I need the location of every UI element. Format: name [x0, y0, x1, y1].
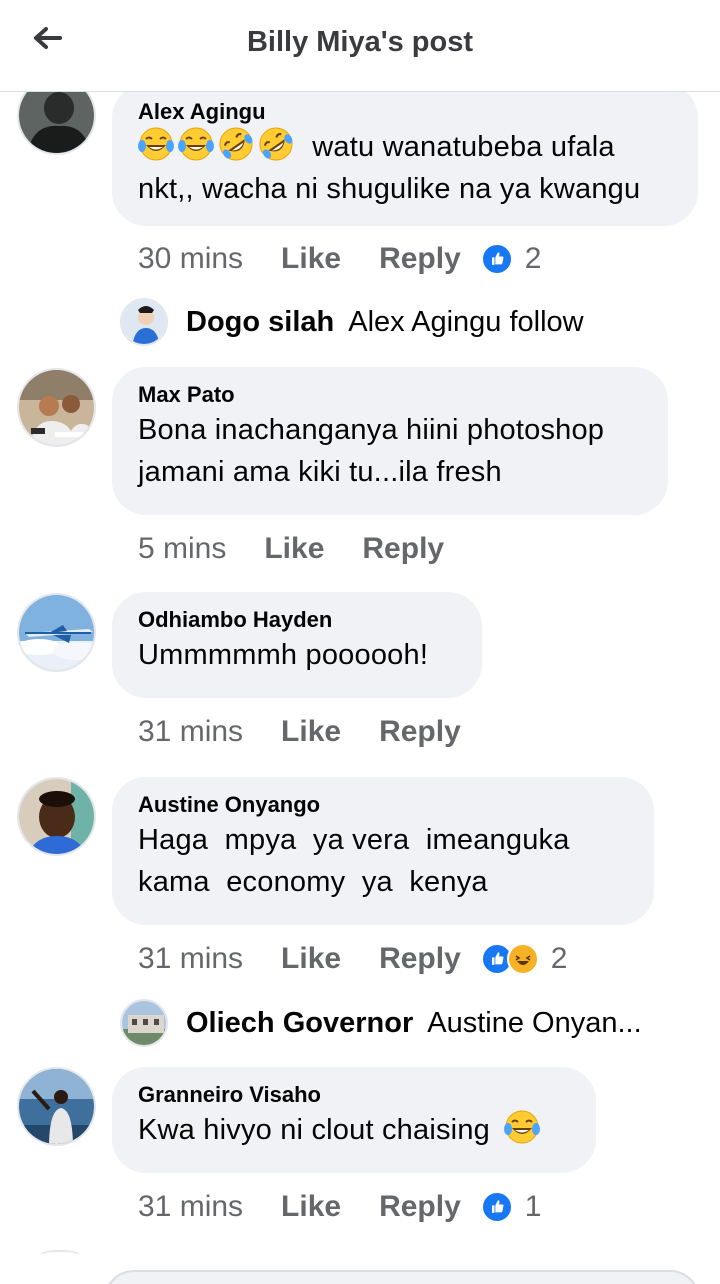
- like-button[interactable]: Like: [281, 242, 341, 276]
- comment-text-line: watu wanatubeba ufala: [312, 131, 615, 163]
- comment-actions: 30 mins Like Reply 2: [138, 237, 541, 281]
- comment-actions: 5 mins Like Reply: [138, 527, 464, 571]
- like-button[interactable]: Like: [281, 1190, 341, 1224]
- reply-preview[interactable]: Oliech Governor Austine Onyan...: [120, 997, 642, 1049]
- reactions-summary[interactable]: 1: [480, 1190, 542, 1224]
- avatar[interactable]: [17, 1067, 96, 1146]
- comment-composer[interactable]: [104, 1270, 700, 1284]
- page-title: Billy Miya's post: [246, 26, 474, 58]
- comment-text-line: jamani ama kiki tu...ila fresh: [138, 456, 502, 488]
- comment-bubble[interactable]: Odhiambo Hayden Ummmmmh poooooh!: [112, 592, 482, 698]
- reply-preview[interactable]: Dogo silah Alex Agingu follow: [120, 296, 584, 348]
- comment-actions: 31 mins Like Reply 1: [138, 1185, 541, 1229]
- haha-reaction-icon: [506, 943, 539, 975]
- comment-text-line: kama economy ya kenya: [138, 866, 488, 898]
- avatar[interactable]: [17, 92, 96, 155]
- comments-list: Alex Agingu watu wanatubeba ufala nkt,, …: [0, 92, 720, 1284]
- reaction-count: 1: [524, 1190, 542, 1223]
- reactions-summary[interactable]: 2: [480, 242, 542, 276]
- rolling-laughing-emoji: [218, 126, 254, 162]
- reply-text: Austine Onyan...: [427, 1006, 642, 1039]
- reply-button[interactable]: Reply: [379, 242, 461, 276]
- comment-time[interactable]: 5 mins: [138, 532, 226, 566]
- comment-author[interactable]: Max Pato: [138, 381, 642, 409]
- reactions-summary[interactable]: 2: [480, 942, 568, 976]
- comment-text-line: Kwa hivyo ni clout chaising: [138, 1114, 490, 1146]
- like-button[interactable]: Like: [281, 942, 341, 976]
- comment-author[interactable]: Odhiambo Hayden: [138, 606, 456, 634]
- comment-text-line: Haga mpya ya vera imeanguka: [138, 824, 570, 856]
- reply-author: Oliech Governor: [186, 1006, 414, 1039]
- reply-button[interactable]: Reply: [379, 1190, 461, 1224]
- avatar[interactable]: [17, 593, 96, 672]
- reply-avatar: [120, 298, 168, 346]
- comment-actions: 31 mins Like Reply: [138, 710, 481, 754]
- laughing-tears-emoji: [138, 126, 174, 162]
- comment-author[interactable]: Alex Agingu: [138, 98, 672, 126]
- top-bar: Billy Miya's post: [0, 0, 720, 92]
- comment-time[interactable]: 31 mins: [138, 942, 243, 976]
- reply-button[interactable]: Reply: [362, 532, 444, 566]
- like-button[interactable]: Like: [264, 532, 324, 566]
- next-avatar-edge: [40, 1250, 80, 1260]
- comment-text: Kwa hivyo ni clout chaising: [138, 1109, 570, 1151]
- comment-time[interactable]: 31 mins: [138, 1190, 243, 1224]
- like-reaction-icon: [480, 1191, 513, 1223]
- like-reaction-icon: [480, 243, 513, 275]
- comment-bubble[interactable]: Max Pato Bona inachanganya hiini photosh…: [112, 367, 668, 515]
- comment-author[interactable]: Granneiro Visaho: [138, 1081, 570, 1109]
- reaction-count: 2: [524, 242, 542, 275]
- avatar[interactable]: [17, 777, 96, 856]
- comment-bubble[interactable]: Austine Onyango Haga mpya ya vera imeang…: [112, 777, 654, 925]
- comment-author[interactable]: Austine Onyango: [138, 791, 628, 819]
- comment-text-line: Ummmmmh poooooh!: [138, 639, 429, 671]
- rolling-laughing-emoji: [258, 126, 294, 162]
- reply-button[interactable]: Reply: [379, 715, 461, 749]
- comment-actions: 31 mins Like Reply 2: [138, 937, 567, 981]
- reaction-count: 2: [550, 942, 568, 975]
- reply-button[interactable]: Reply: [379, 942, 461, 976]
- reply-author: Dogo silah: [186, 305, 335, 338]
- laughing-tears-emoji: [178, 126, 214, 162]
- like-button[interactable]: Like: [281, 715, 341, 749]
- laughing-tears-emoji: [504, 1109, 540, 1145]
- avatar[interactable]: [17, 368, 96, 447]
- comment-text: watu wanatubeba ufala: [138, 126, 672, 168]
- comment-text-line: nkt,, wacha ni shugulike na ya kwangu: [138, 173, 641, 205]
- comment-time[interactable]: 31 mins: [138, 715, 243, 749]
- comment-time[interactable]: 30 mins: [138, 242, 243, 276]
- comment-bubble[interactable]: Alex Agingu watu wanatubeba ufala nkt,, …: [112, 92, 698, 226]
- comment-bubble[interactable]: Granneiro Visaho Kwa hivyo ni clout chai…: [112, 1067, 596, 1173]
- reply-text: Alex Agingu follow: [348, 305, 584, 338]
- comment-text-line: Bona inachanganya hiini photoshop: [138, 414, 605, 446]
- reply-avatar: [120, 999, 168, 1047]
